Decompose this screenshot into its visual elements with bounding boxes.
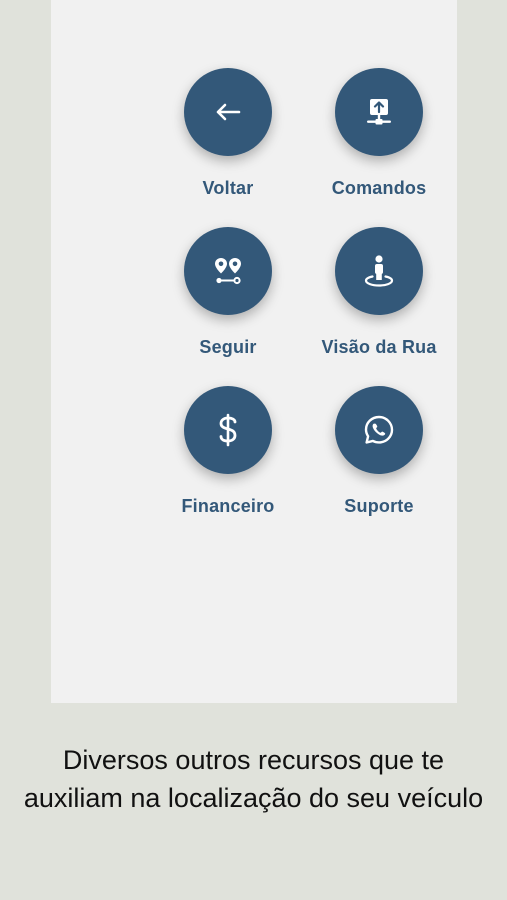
follow-circle[interactable] <box>184 227 272 315</box>
street-view-label: Visão da Rua <box>321 337 437 357</box>
promo-caption: Diversos outros recursos que te auxiliam… <box>23 745 484 813</box>
financial-label: Financeiro <box>181 496 275 516</box>
back-circle[interactable] <box>184 68 272 156</box>
support-circle[interactable] <box>335 386 423 474</box>
app-screen: Voltar Comandos Seguir Visão da Rua Fina… <box>51 0 457 703</box>
back-button[interactable]: Voltar <box>153 68 303 218</box>
back-label: Voltar <box>202 178 254 198</box>
dollar-icon <box>216 413 240 447</box>
street-view-icon <box>363 254 395 288</box>
follow-button[interactable]: Seguir <box>153 227 303 377</box>
whatsapp-icon <box>363 414 395 446</box>
arrow-left-icon <box>213 97 243 127</box>
upload-server-icon <box>363 96 395 128</box>
menu-grid: Voltar Comandos Seguir Visão da Rua Fina… <box>51 0 457 703</box>
commands-button[interactable]: Comandos <box>304 68 454 218</box>
support-label: Suporte <box>344 496 414 516</box>
street-view-button[interactable]: Visão da Rua <box>304 227 454 377</box>
route-pins-icon <box>212 255 244 287</box>
commands-circle[interactable] <box>335 68 423 156</box>
commands-label: Comandos <box>331 178 427 198</box>
financial-circle[interactable] <box>184 386 272 474</box>
support-button[interactable]: Suporte <box>304 386 454 536</box>
financial-button[interactable]: Financeiro <box>153 386 303 536</box>
follow-label: Seguir <box>199 337 257 357</box>
street-view-circle[interactable] <box>335 227 423 315</box>
